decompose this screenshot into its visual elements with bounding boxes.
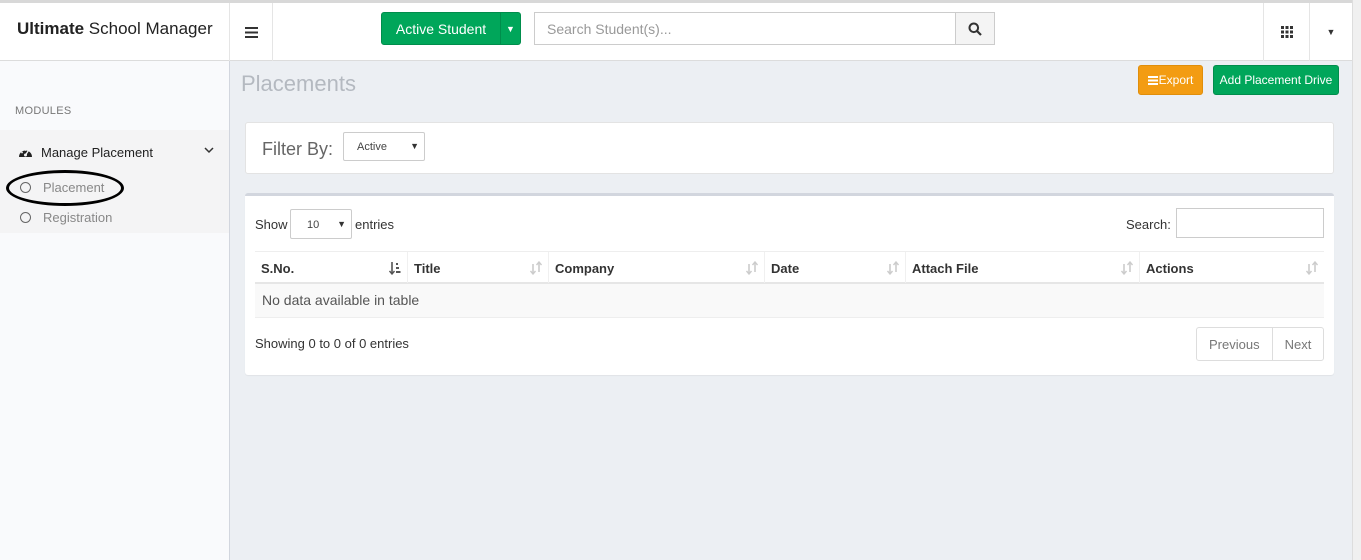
caret-down-icon[interactable]: ▼ (500, 13, 520, 44)
active-student-label: Active Student (395, 20, 487, 37)
user-menu-caret-icon[interactable]: ▼ (1309, 3, 1352, 61)
status-filter-select[interactable]: Active ▼ (343, 132, 425, 161)
column-header-attach-file[interactable]: Attach File (906, 252, 1140, 283)
chevron-down-icon (204, 147, 214, 154)
page-scrollbar[interactable] (1352, 0, 1361, 560)
grid-icon (1280, 26, 1293, 38)
page-title: Placements (241, 71, 356, 96)
table-header-row: S.No. Title Company Date Attach File Act… (255, 251, 1324, 284)
column-header-title[interactable]: Title (408, 252, 549, 283)
circle-icon (20, 212, 31, 223)
filter-label: Filter By: (262, 139, 334, 159)
dashboard-icon (19, 149, 32, 157)
sort-icon (1121, 261, 1133, 275)
status-filter-value: Active (357, 141, 387, 153)
student-search (534, 12, 995, 45)
sort-icon (746, 261, 758, 275)
brand-bold: Ultimate (17, 19, 85, 38)
column-label: S.No. (261, 261, 295, 276)
list-icon (1147, 75, 1158, 85)
placements-table-panel: Show 10 ▼ entries Search: S.No. Title Co… (245, 193, 1334, 375)
empty-table-message: No data available in table (255, 284, 1324, 318)
table-info: Showing 0 to 0 of 0 entries (255, 336, 409, 351)
sidebar: MODULES Manage Placement Placement Regis… (0, 61, 230, 560)
previous-page-button[interactable]: Previous (1197, 328, 1273, 360)
search-icon (968, 22, 982, 36)
manage-placement-label: Manage Placement (41, 144, 154, 160)
table-search-input[interactable] (1176, 208, 1324, 238)
menu-toggle-button[interactable] (230, 3, 273, 61)
add-placement-drive-button[interactable]: Add Placement Drive (1213, 65, 1339, 95)
sort-icon (1306, 261, 1318, 275)
column-label: Company (555, 261, 615, 276)
column-label: Attach File (912, 261, 979, 276)
caret-down-icon: ▼ (337, 219, 346, 229)
hamburger-icon (244, 26, 258, 38)
column-label: Date (771, 261, 800, 276)
search-button[interactable] (955, 12, 995, 45)
sort-ascending-icon (389, 262, 401, 275)
active-student-dropdown[interactable]: Active Student ▼ (381, 12, 521, 45)
brand-rest: School Manager (84, 19, 213, 38)
table-search-label: Search: (1126, 217, 1171, 232)
sidebar-item-label: Registration (43, 210, 113, 225)
column-header-company[interactable]: Company (549, 252, 765, 283)
modules-header: MODULES (15, 105, 72, 117)
top-navbar: Ultimate School Manager Active Student ▼… (0, 0, 1361, 61)
export-label: Export (1158, 73, 1194, 87)
manage-placement-toggle[interactable]: Manage Placement (18, 143, 218, 161)
entries-label: entries (355, 217, 395, 232)
app-brand[interactable]: Ultimate School Manager (0, 3, 230, 61)
highlight-ellipse (6, 170, 124, 206)
sort-icon (530, 261, 542, 275)
export-button[interactable]: Export (1138, 65, 1203, 95)
sidebar-item-registration[interactable]: Registration (20, 210, 112, 225)
student-search-input[interactable] (534, 12, 955, 45)
sort-icon (887, 261, 899, 275)
entries-length-select[interactable]: 10 ▼ (290, 209, 352, 239)
column-header-actions[interactable]: Actions (1140, 252, 1324, 283)
filter-panel: Filter By: Active ▼ (245, 122, 1334, 174)
show-label: Show (255, 217, 288, 232)
column-header-sno[interactable]: S.No. (255, 252, 408, 283)
pagination: Previous Next (1196, 327, 1325, 361)
next-page-button[interactable]: Next (1273, 328, 1324, 360)
apps-grid-button[interactable] (1263, 3, 1309, 61)
entries-length-value: 10 (307, 219, 320, 231)
caret-down-icon: ▼ (410, 141, 419, 151)
column-label: Title (414, 261, 441, 276)
column-header-date[interactable]: Date (765, 252, 906, 283)
column-label: Actions (1146, 261, 1194, 276)
